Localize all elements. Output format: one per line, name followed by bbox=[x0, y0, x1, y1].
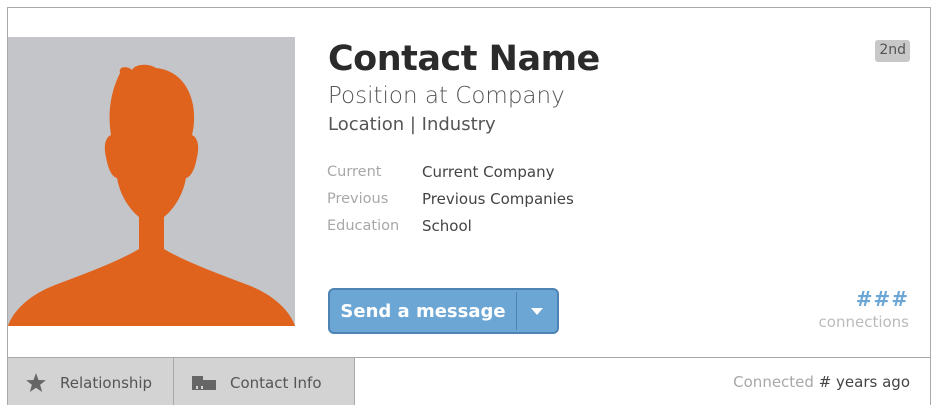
detail-row-current: Current Current Company bbox=[327, 158, 574, 185]
connected-prefix: Connected bbox=[733, 373, 814, 391]
detail-row-previous: Previous Previous Companies bbox=[327, 185, 574, 212]
detail-label: Current bbox=[327, 163, 382, 180]
detail-row-education: Education School bbox=[327, 212, 574, 239]
caret-down-icon bbox=[531, 307, 543, 315]
tab-label: Contact Info bbox=[230, 373, 322, 392]
tab-label: Relationship bbox=[60, 373, 153, 392]
connections-label: connections bbox=[818, 313, 909, 331]
connected-since: Connected # years ago bbox=[733, 373, 910, 391]
connection-degree-badge: 2nd bbox=[875, 40, 910, 62]
contact-name: Contact Name bbox=[328, 39, 600, 79]
detail-label: Education bbox=[327, 217, 400, 234]
avatar bbox=[8, 37, 295, 326]
more-actions-dropdown-button[interactable] bbox=[517, 290, 557, 332]
person-silhouette-icon bbox=[8, 64, 295, 326]
contact-card-icon bbox=[192, 375, 216, 390]
profile-card: Contact Name Position at Company Locatio… bbox=[7, 7, 931, 405]
send-message-button[interactable]: Send a message bbox=[330, 290, 516, 332]
detail-label: Previous bbox=[327, 190, 389, 207]
contact-location: Location | Industry bbox=[328, 114, 496, 135]
contact-position: Position at Company bbox=[328, 83, 565, 109]
star-icon bbox=[26, 373, 46, 392]
detail-value: Current Company bbox=[422, 162, 555, 181]
send-message-button-group: Send a message bbox=[328, 288, 559, 334]
card-footer: Relationship Contact Info Connected # ye… bbox=[8, 357, 930, 405]
tab-contact-info[interactable]: Contact Info bbox=[174, 358, 355, 405]
tab-relationship[interactable]: Relationship bbox=[8, 358, 174, 405]
connections-count: ### bbox=[855, 287, 909, 311]
detail-value: Previous Companies bbox=[422, 189, 574, 208]
connected-value: # years ago bbox=[818, 373, 910, 391]
profile-details: Current Current Company Previous Previou… bbox=[327, 158, 574, 239]
detail-value: School bbox=[422, 216, 472, 235]
